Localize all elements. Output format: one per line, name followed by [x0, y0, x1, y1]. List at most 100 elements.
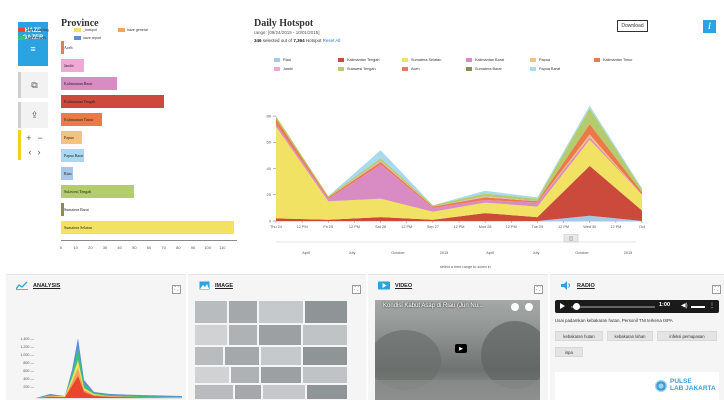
legend-item[interactable]: Aceh — [402, 67, 420, 71]
image-thumbnail[interactable] — [260, 346, 302, 366]
audio-menu-icon[interactable]: ⋮ — [709, 302, 715, 309]
x-tick-label: 12 PM — [401, 225, 412, 229]
download-button[interactable]: Download — [617, 20, 648, 32]
video-expand-icon[interactable]: ⛶ — [534, 285, 543, 294]
time-brush[interactable]: ◫ April July October 2015 April July October 201… — [276, 234, 636, 266]
province-axis-tick: 20 — [88, 245, 93, 250]
image-thumbnail[interactable] — [234, 384, 262, 400]
image-thumbnail[interactable] — [302, 366, 348, 384]
x-tick-label: Tue 29 — [532, 225, 544, 229]
radio-expand-icon[interactable]: ⛶ — [712, 285, 721, 294]
province-bar[interactable]: Sumatera Selatan — [61, 221, 235, 234]
image-thumbnail[interactable] — [228, 300, 258, 324]
province-bar[interactable]: Sulawesi Tengah — [61, 185, 135, 198]
chart-selection-summary: 346 selected out of 7,364 Hotspot Reset … — [254, 38, 340, 43]
analysis-expand-icon[interactable]: ⛶ — [172, 285, 181, 294]
image-thumbnail[interactable] — [304, 300, 348, 324]
image-thumbnail[interactable] — [194, 324, 228, 346]
legend-item[interactable]: Riau — [274, 58, 291, 62]
image-thumbnail[interactable] — [224, 346, 260, 366]
reset-all-link[interactable]: Reset All — [323, 38, 341, 43]
video-player[interactable]: Kondisi Kabut Asap di Riau (Jun Nu... ▶ — [375, 300, 540, 400]
province-axis-tick: 60 — [146, 245, 152, 250]
image-expand-icon[interactable]: ⛶ — [352, 285, 361, 294]
x-tick-label: Sat 26 — [375, 225, 386, 229]
prev-arrow-icon[interactable]: ‹ — [29, 147, 32, 157]
province-bar[interactable]: Papua — [61, 131, 82, 144]
analysis-legend-item[interactable]: _hotspot — [74, 28, 97, 32]
legend-item[interactable]: Sumatera Barat — [466, 67, 502, 71]
legend-item[interactable]: Sumatera Selatan — [402, 58, 441, 62]
province-bar[interactable]: Riau — [61, 167, 73, 180]
menu-icon[interactable]: ≡ — [18, 45, 48, 54]
share-icon[interactable] — [525, 303, 533, 311]
province-bar[interactable]: Kalimantan Barat — [61, 77, 117, 90]
analysis-chart[interactable]: 1,400 — 1,200 — 1,000 — 800 — 600 — 400 — 200 … — [10, 330, 186, 400]
analysis-legend-item[interactable]: haze health — [18, 36, 46, 40]
audio-play-icon[interactable] — [560, 303, 565, 309]
image-thumbnail[interactable] — [260, 366, 302, 384]
legend-item[interactable]: Sulawesi Tengah — [338, 67, 376, 71]
y-tick-label: 80 — [267, 114, 272, 119]
legend-item[interactable]: Jambi — [274, 67, 293, 71]
image-thumbnail[interactable] — [258, 324, 302, 346]
daily-hotspot-chart[interactable]: 020406080RiauKalimantan TengahSumatera S… — [254, 95, 652, 233]
upload-icon: ⇪ — [30, 109, 39, 120]
image-thumbnail[interactable] — [228, 324, 258, 346]
info-icon[interactable]: i — [703, 20, 716, 33]
audio-progress-knob[interactable] — [573, 303, 580, 310]
image-thumbnail[interactable] — [302, 346, 348, 366]
legend-item[interactable]: Kalimantan Timur — [594, 58, 633, 62]
radio-tag[interactable]: kebakaran lahan — [607, 331, 653, 341]
zoom-in-button[interactable]: + — [26, 133, 31, 143]
map-layers-button[interactable]: ⧉ — [18, 72, 48, 98]
chart-range: range: [09/24/2015 - 10/01/2015] — [254, 30, 320, 35]
analysis-legend-item[interactable]: haze report — [74, 36, 101, 40]
image-thumbnail[interactable] — [306, 384, 348, 400]
video-header: VIDEO — [378, 281, 412, 290]
province-bar-label: Kalimantan Barat — [64, 81, 93, 86]
province-bar-label: Jambi — [64, 63, 74, 68]
analysis-legend-item[interactable]: haze general — [118, 28, 148, 32]
legend-item[interactable]: Papua Barat — [530, 67, 560, 71]
image-thumbnail[interactable] — [194, 384, 234, 400]
province-bar[interactable]: Sumatera Barat — [61, 203, 89, 216]
radio-tag[interactable]: ispa — [555, 347, 583, 357]
haze-health-area[interactable] — [36, 348, 182, 398]
watch-later-icon[interactable] — [511, 303, 519, 311]
hotspot-area[interactable] — [36, 360, 182, 398]
province-bar[interactable]: Kalimantan Tengah — [61, 95, 164, 108]
image-thumbnail[interactable] — [194, 300, 228, 324]
province-bar[interactable]: Aceh — [61, 41, 72, 54]
analysis-legend-swatch — [18, 36, 25, 40]
image-thumbnail[interactable] — [194, 346, 224, 366]
province-bar[interactable]: Papua Barat — [61, 149, 85, 162]
radio-tag[interactable]: kebakaran hutan — [555, 331, 603, 341]
volume-icon[interactable]: ◀) — [681, 302, 688, 309]
zoom-out-button[interactable]: − — [38, 133, 43, 143]
province-bar[interactable]: Kalimantan Timur — [61, 113, 103, 126]
radio-header: RADIO — [560, 281, 595, 290]
image-thumbnail[interactable] — [194, 366, 230, 384]
x-tick-label: 12 PM — [506, 225, 517, 229]
audio-progress-track[interactable] — [571, 306, 655, 308]
next-arrow-icon[interactable]: › — [38, 147, 41, 157]
legend-item[interactable]: Papua — [530, 58, 550, 62]
radio-title: RADIO — [577, 282, 595, 289]
upload-button[interactable]: ⇪ — [18, 102, 48, 128]
radio-tag[interactable]: infeksi pernapasan — [657, 331, 717, 341]
image-thumbnail[interactable] — [230, 366, 260, 384]
legend-item[interactable]: Kalimantan Tengah — [338, 58, 379, 62]
image-thumbnail[interactable] — [262, 384, 306, 400]
province-bar[interactable]: Jambi — [61, 59, 85, 72]
legend-label: Kalimantan Timur — [603, 58, 633, 62]
image-thumbnail[interactable] — [302, 324, 348, 346]
brush-tick-label: April — [486, 251, 494, 255]
volume-slider[interactable] — [691, 306, 705, 308]
image-thumbnail[interactable] — [258, 300, 304, 324]
legend-item[interactable]: Kalimantan Barat — [466, 58, 504, 62]
video-play-button[interactable]: ▶ — [455, 344, 467, 353]
haze-general-area[interactable] — [36, 368, 182, 398]
analysis-legend-item[interactable]: haze hashtag — [18, 28, 49, 32]
haze-report-area[interactable] — [36, 338, 182, 398]
